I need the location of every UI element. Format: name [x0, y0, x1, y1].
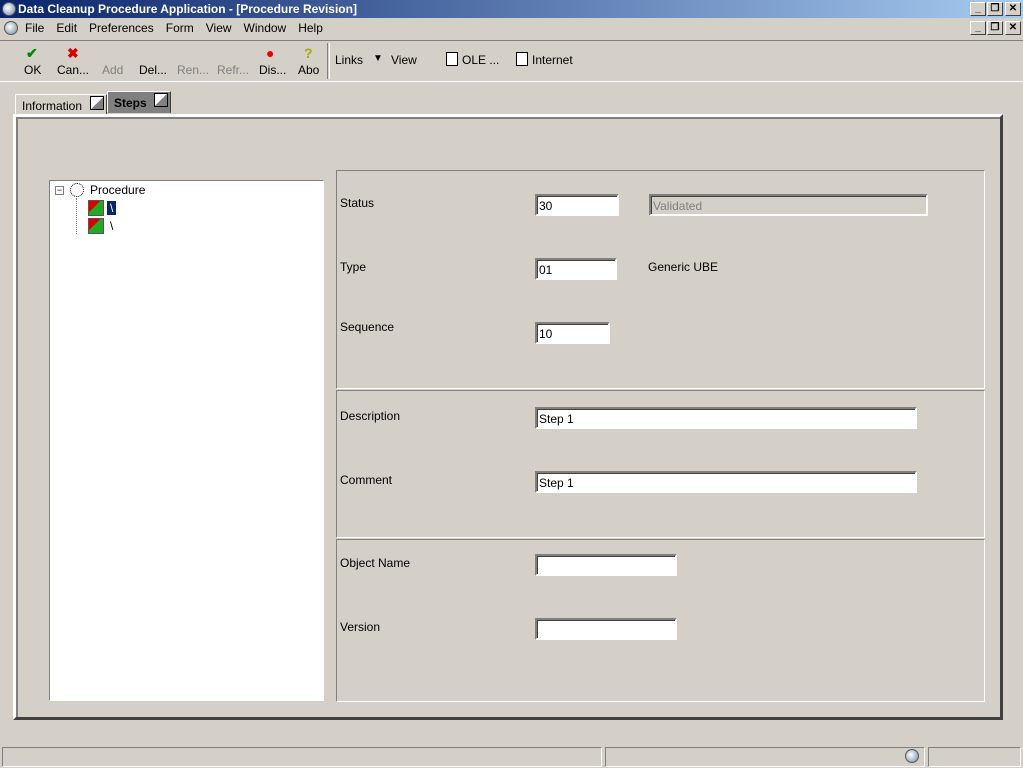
- view-button[interactable]: View: [391, 53, 417, 67]
- procedure-icon: [70, 183, 84, 197]
- comment-label: Comment: [340, 473, 393, 487]
- ok-button[interactable]: OK: [24, 63, 41, 77]
- doc-icon: [4, 21, 18, 35]
- status-bar: [0, 745, 1023, 768]
- status-label: Status: [340, 196, 375, 210]
- rename-button[interactable]: Ren...: [177, 63, 209, 77]
- menu-file[interactable]: File: [25, 21, 44, 38]
- ole-icon: [446, 52, 458, 66]
- description-label: Description: [340, 409, 401, 423]
- ole-button[interactable]: OLE ...: [462, 53, 499, 67]
- status-pane: [2, 747, 602, 767]
- globe-icon: [905, 749, 919, 763]
- procedure-tree[interactable]: − Procedure \ \: [49, 180, 324, 701]
- restore-button[interactable]: ❐: [987, 2, 1003, 16]
- child-restore-button[interactable]: ❐: [987, 21, 1003, 35]
- tab-steps-label: Steps: [114, 96, 147, 110]
- x-icon: ✖: [67, 45, 79, 61]
- child-minimize-button[interactable]: _: [970, 21, 986, 35]
- tab-steps[interactable]: Steps: [107, 91, 171, 113]
- cancel-button[interactable]: Can...: [57, 63, 89, 77]
- type-input[interactable]: 01: [535, 258, 617, 280]
- add-button[interactable]: Add: [102, 63, 123, 77]
- menu-help[interactable]: Help: [298, 21, 323, 38]
- tree-step-item[interactable]: \: [107, 201, 117, 215]
- links-button[interactable]: Links: [335, 53, 363, 67]
- menu-view[interactable]: View: [206, 21, 232, 38]
- version-input[interactable]: [535, 618, 677, 640]
- object-name-label: Object Name: [340, 556, 411, 570]
- toolbar: ✔ OK ✖ Can... Add Del... Ren... Refr... …: [0, 40, 1023, 82]
- step-icon: [88, 218, 104, 234]
- sequence-input[interactable]: 10: [535, 322, 610, 344]
- type-description: Generic UBE: [648, 260, 719, 274]
- about-button[interactable]: Abo: [298, 63, 319, 77]
- object-name-input[interactable]: [535, 554, 677, 576]
- type-label: Type: [340, 260, 367, 274]
- comment-input[interactable]: Step 1: [535, 471, 917, 493]
- close-button[interactable]: ✕: [1005, 2, 1021, 16]
- status-input[interactable]: 30: [535, 194, 619, 216]
- tree-root[interactable]: Procedure: [90, 183, 145, 197]
- display-icon: ●: [266, 45, 275, 61]
- description-input[interactable]: Step 1: [535, 407, 917, 429]
- tab-information[interactable]: Information: [15, 94, 107, 116]
- app-icon: [2, 2, 16, 16]
- menu-form[interactable]: Form: [166, 21, 194, 38]
- refresh-button[interactable]: Refr...: [217, 63, 249, 77]
- check-icon: ✔: [26, 45, 38, 61]
- status-pane: [928, 747, 1021, 767]
- child-close-button[interactable]: ✕: [1005, 21, 1021, 35]
- tree-step-item[interactable]: \: [110, 219, 113, 233]
- status-pane: [605, 747, 925, 767]
- sequence-label: Sequence: [340, 320, 395, 334]
- dropdown-arrow-icon: ▼: [373, 53, 383, 64]
- status-description: Validated: [649, 194, 928, 216]
- tab-fold-icon: [154, 93, 168, 107]
- delete-button[interactable]: Del...: [139, 63, 167, 77]
- window-title: Data Cleanup Procedure Application - [Pr…: [18, 2, 357, 16]
- internet-icon: [516, 52, 528, 66]
- internet-button[interactable]: Internet: [532, 53, 573, 67]
- minimize-button[interactable]: _: [970, 2, 986, 16]
- version-label: Version: [340, 620, 381, 634]
- menu-bar: File Edit Preferences Form View Window H…: [0, 18, 1023, 38]
- collapse-icon[interactable]: −: [55, 186, 64, 195]
- title-bar: Data Cleanup Procedure Application - [Pr…: [0, 0, 1023, 18]
- tab-information-label: Information: [22, 99, 83, 113]
- menu-preferences[interactable]: Preferences: [89, 21, 154, 38]
- tab-fold-icon: [90, 96, 104, 110]
- step-icon: [88, 200, 104, 216]
- menu-edit[interactable]: Edit: [56, 21, 77, 38]
- menu-window[interactable]: Window: [244, 21, 287, 38]
- help-pointer-icon: ?: [304, 45, 313, 61]
- display-button[interactable]: Dis...: [259, 63, 286, 77]
